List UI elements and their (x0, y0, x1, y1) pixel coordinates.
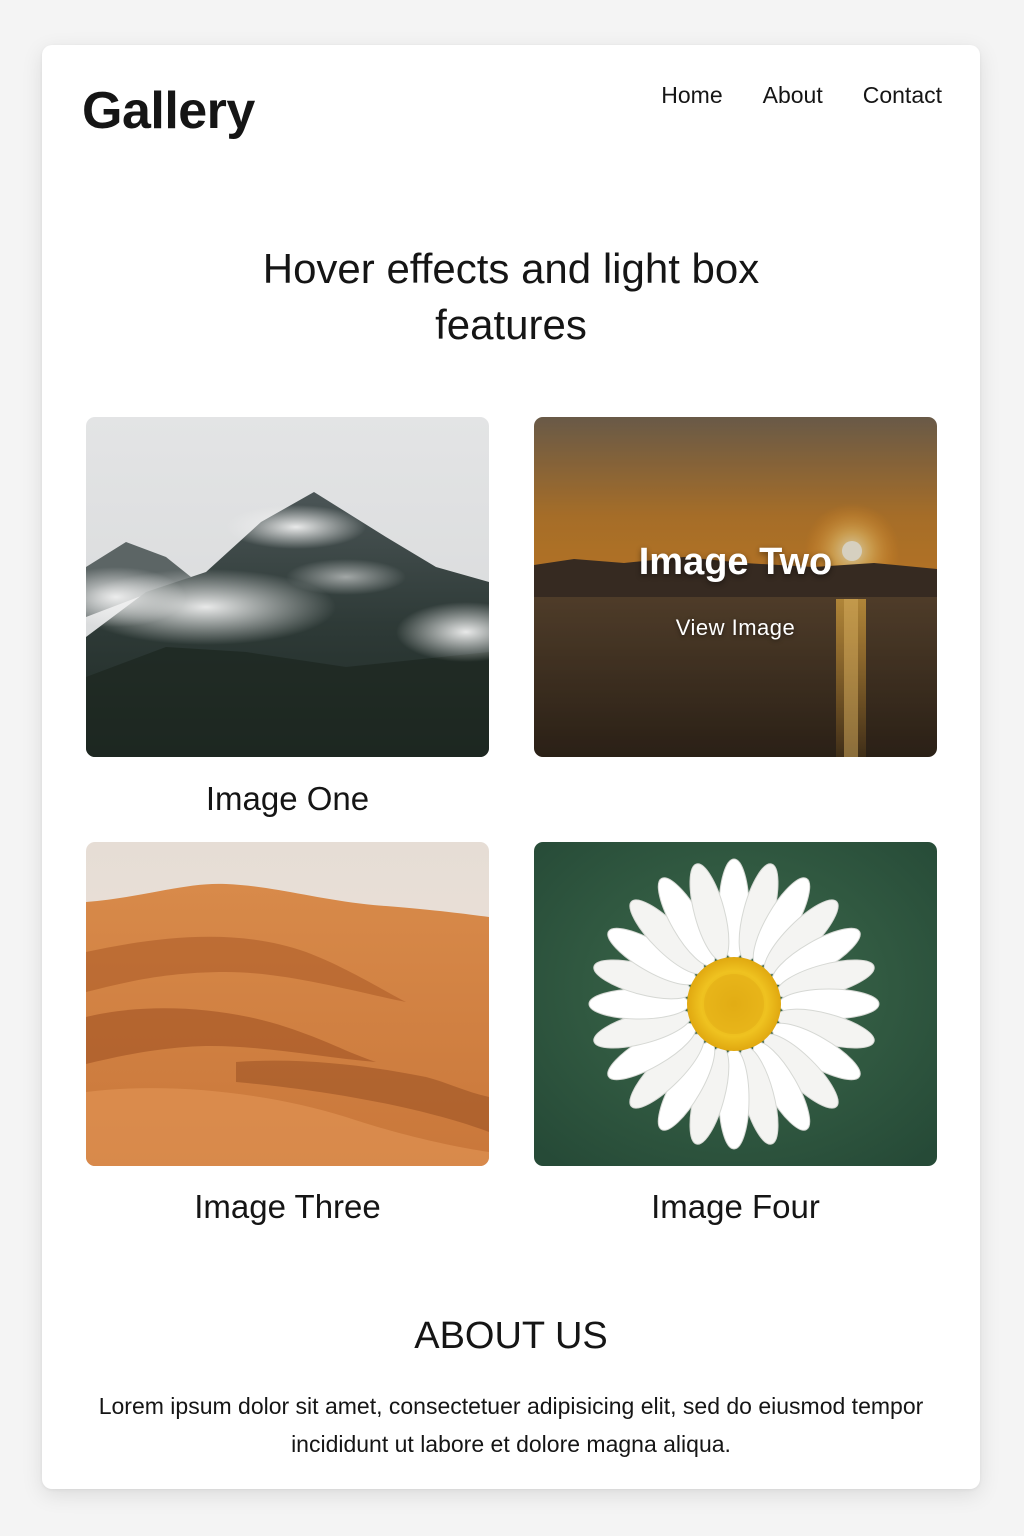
gallery-image-three[interactable] (86, 842, 489, 1166)
gallery-image-four[interactable] (534, 842, 937, 1166)
image-three-caption: Image Three (194, 1188, 381, 1225)
image-four-caption: Image Four (651, 1188, 820, 1225)
main-nav: Home About Contact (661, 81, 942, 109)
sunset-image (534, 417, 937, 757)
gallery-image-two[interactable]: Image Two View Image (534, 417, 937, 757)
dunes-image (86, 842, 489, 1166)
gallery-image-one[interactable] (86, 417, 489, 757)
about-title: ABOUT US (414, 1315, 608, 1357)
image-one-caption: Image One (205, 780, 370, 817)
image-two-overlay-title: Image Two (638, 541, 833, 583)
nav-contact-link[interactable]: Contact (863, 81, 942, 109)
site-logo[interactable]: Gallery (82, 81, 255, 141)
hero-title: Hover effects and light box features (262, 245, 760, 348)
nav-about-link[interactable]: About (763, 81, 823, 109)
page-card: Gallery Home About Contact Hover effects… (42, 45, 980, 1489)
mountain-image (86, 417, 489, 757)
nav-home-link[interactable]: Home (661, 81, 722, 109)
daisy-image (534, 842, 937, 1166)
view-image-link[interactable]: View Image (534, 615, 937, 641)
about-text: Lorem ipsum dolor sit amet, consectetuer… (98, 1393, 924, 1457)
